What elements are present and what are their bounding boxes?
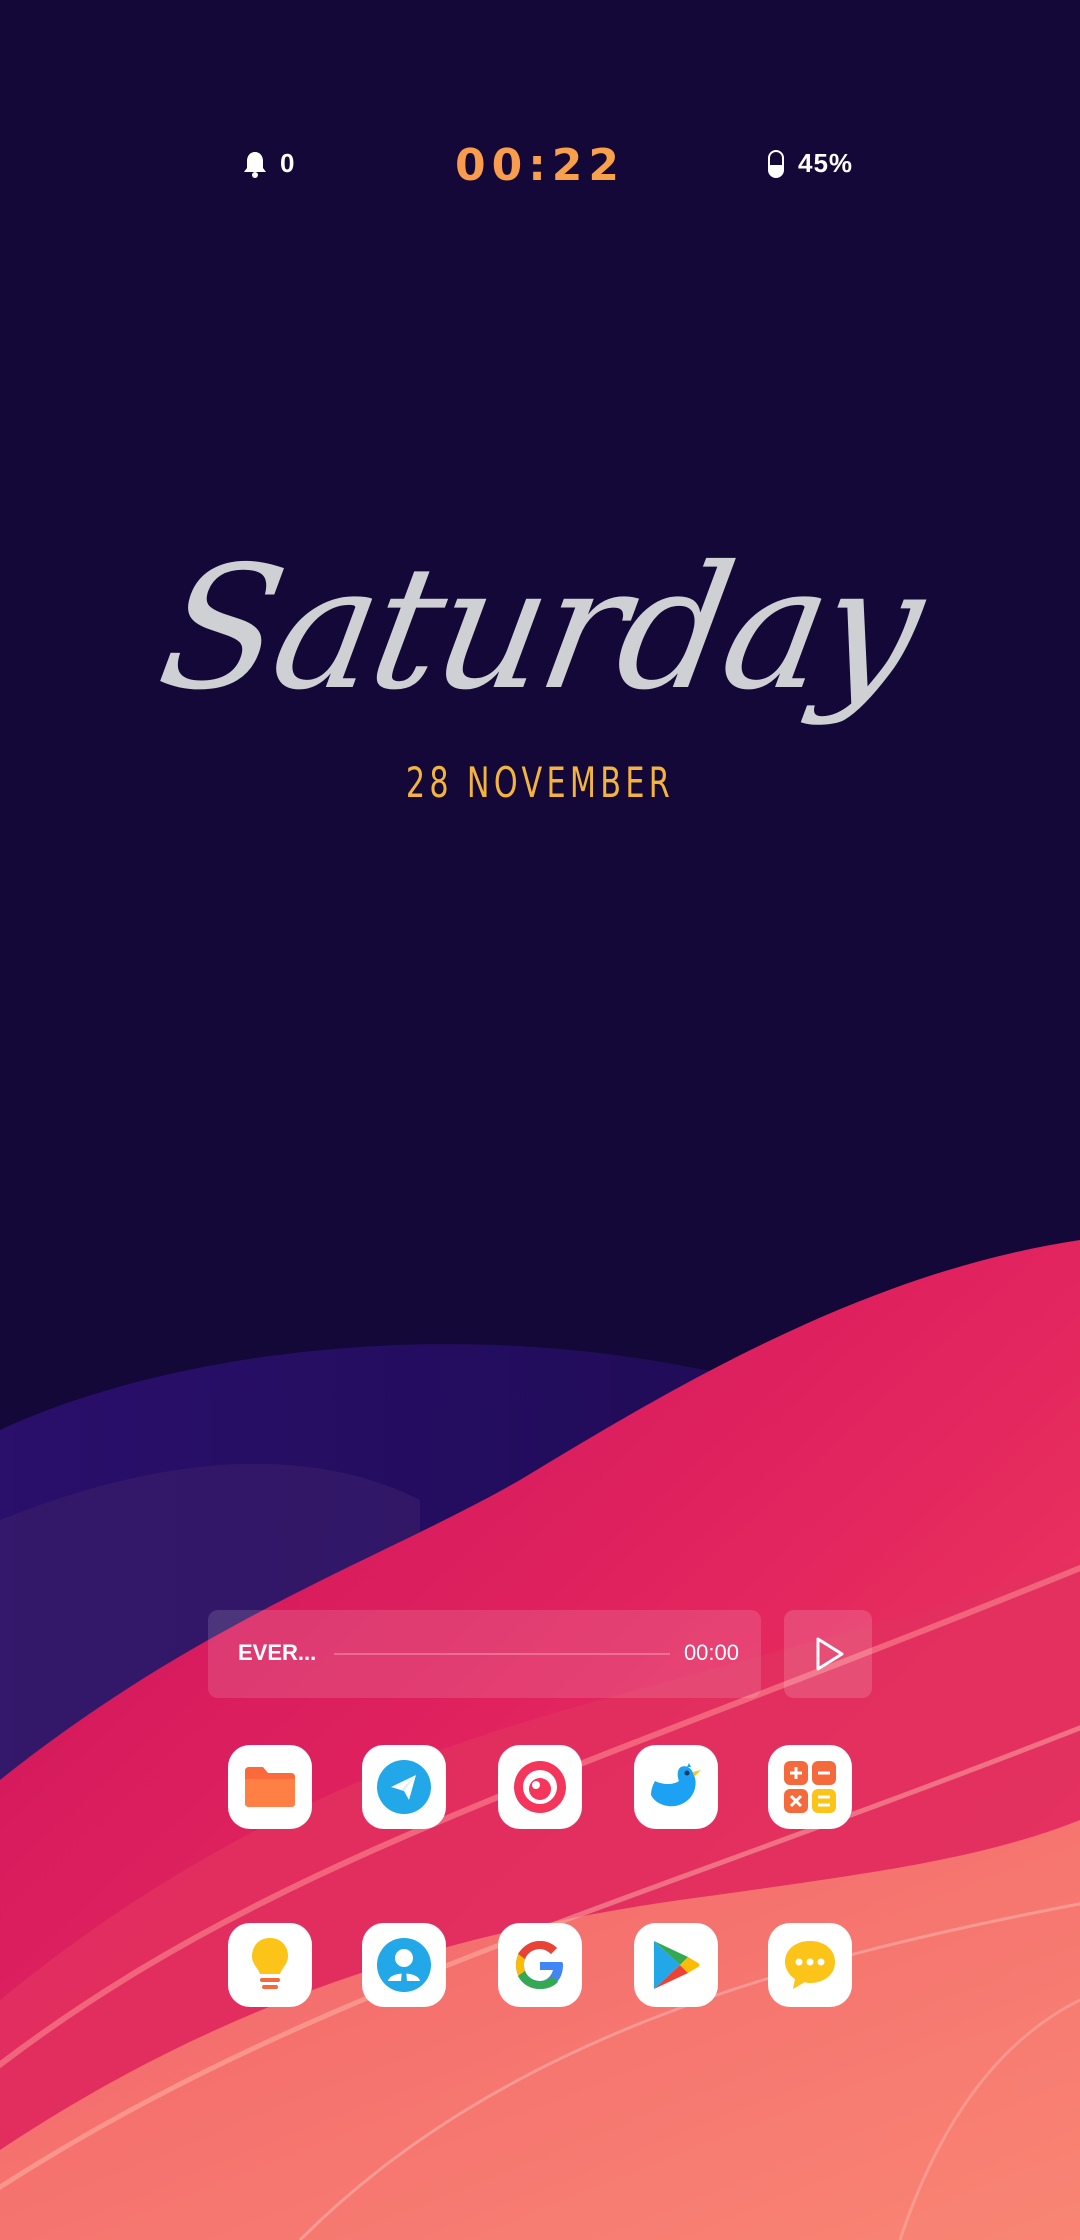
date-widget[interactable]: Saturday 28 NOVEMBER [0, 490, 1080, 870]
play-button[interactable] [784, 1610, 872, 1698]
status-bar: 0 00:22 45% [0, 140, 1080, 192]
battery-percent: 45% [798, 148, 854, 178]
folder-icon [245, 1767, 295, 1807]
paper-plane-icon [377, 1760, 431, 1814]
lightbulb-icon [252, 1938, 288, 1989]
app-play-store[interactable] [634, 1923, 718, 2007]
app-messages[interactable] [768, 1923, 852, 2007]
wallpaper [0, 0, 1080, 2240]
date-label: 28 NOVEMBER [405, 758, 675, 807]
camera-lens-icon [514, 1761, 566, 1813]
track-title: EVER... [238, 1640, 317, 1665]
app-file-manager[interactable] [228, 1745, 312, 1829]
music-player[interactable]: EVER... 00:00 [208, 1610, 761, 1698]
play-icon [816, 1637, 844, 1671]
play-store-icon [654, 1941, 700, 1989]
calculator-icon [784, 1761, 836, 1813]
chat-bubble-icon [785, 1941, 835, 1989]
clock: 00:22 [0, 140, 1080, 191]
app-google[interactable] [498, 1923, 582, 2007]
bird-icon [651, 1763, 701, 1807]
battery-icon [768, 149, 784, 178]
track-time: 00:00 [683, 1640, 739, 1665]
app-camera[interactable] [498, 1745, 582, 1829]
weekday-label: Saturday [146, 530, 934, 728]
app-telegram[interactable] [362, 1745, 446, 1829]
progress-bar[interactable] [334, 1653, 670, 1655]
app-tips[interactable] [228, 1923, 312, 2007]
person-icon [377, 1938, 431, 1992]
app-calculator[interactable] [768, 1745, 852, 1829]
app-contacts[interactable] [362, 1923, 446, 2007]
battery-indicator: 45% [768, 148, 853, 179]
app-twitter[interactable] [634, 1745, 718, 1829]
google-g-icon [516, 1941, 563, 1989]
